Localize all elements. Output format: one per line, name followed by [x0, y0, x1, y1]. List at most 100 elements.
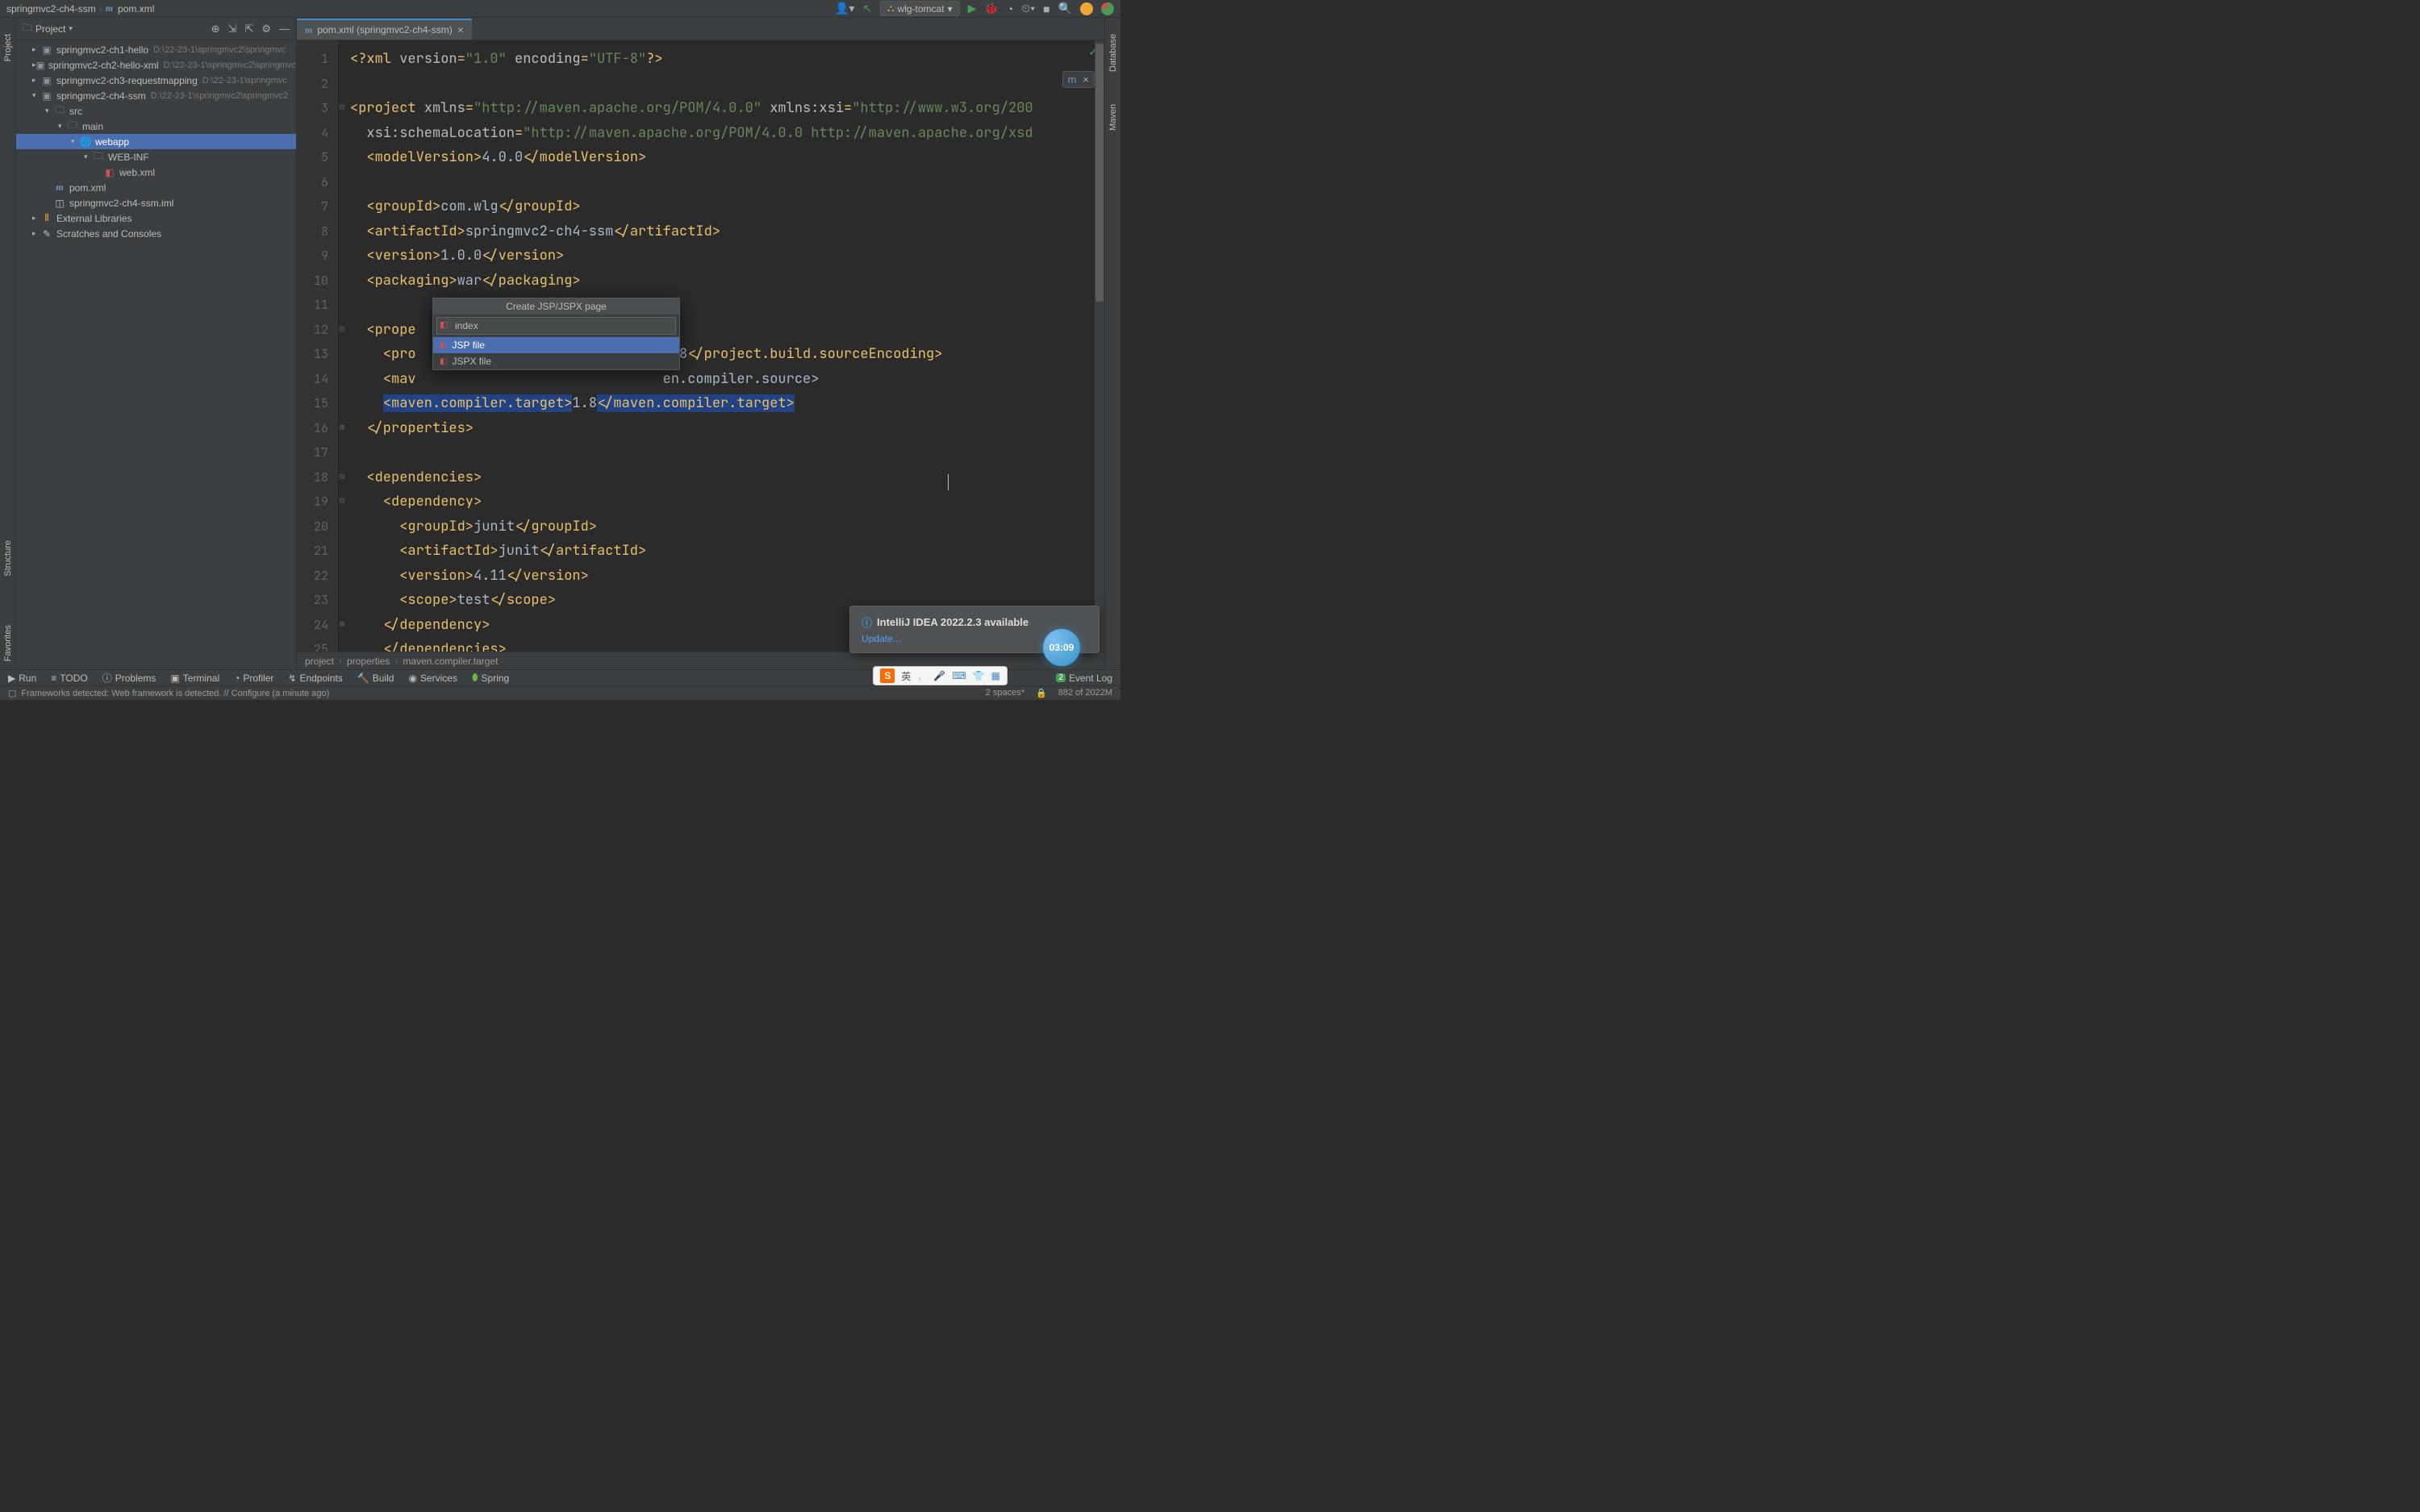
tree-arrow-icon[interactable] [32, 45, 40, 54]
tree-item-web-inf[interactable]: 🗀WEB-INF [16, 149, 296, 165]
back-icon[interactable]: ↖ [862, 2, 872, 15]
tree-arrow-icon[interactable] [58, 122, 66, 131]
tree-item-springmvc2-ch2-hello-xml[interactable]: ▣springmvc2-ch2-hello-xmlD:\22-23-1\spri… [16, 57, 296, 73]
gear-icon[interactable]: ⚙ [261, 23, 271, 35]
tool-terminal[interactable]: ▣Terminal [170, 673, 219, 684]
ime-tools-icon[interactable]: ▦ [991, 670, 1000, 681]
clock-badge[interactable]: 03:09 [1043, 629, 1080, 666]
tool-favorites[interactable]: Favorites [3, 625, 13, 661]
module-icon: ▣ [36, 60, 45, 71]
reader-mode-badge[interactable]: m × [1062, 71, 1095, 88]
template-option-jspx-file[interactable]: ◧JSPX file [433, 353, 679, 369]
tool-build[interactable]: 🔨Build [357, 673, 394, 684]
tree-item-springmvc2-ch4-ssm[interactable]: ▣springmvc2-ch4-ssmD:\22-23-1\springmvc2… [16, 88, 296, 103]
tree-arrow-icon[interactable] [32, 214, 40, 223]
tool-todo[interactable]: ≡TODO [51, 673, 87, 684]
status-tool-window-icon[interactable]: ▢ [8, 688, 16, 698]
tool-event-log[interactable]: 2Event Log [1056, 673, 1112, 684]
tree-item-web-xml[interactable]: ◧web.xml [16, 165, 296, 180]
avatar[interactable] [1080, 2, 1093, 15]
tree-arrow-icon[interactable] [45, 106, 53, 115]
tool-spring[interactable]: ⬮Spring [472, 672, 509, 684]
ime-mic-icon[interactable]: 🎤 [933, 670, 945, 681]
ime-keyboard-icon[interactable]: ⌨ [952, 670, 966, 681]
tool-project[interactable]: Project [3, 34, 13, 61]
sogou-icon[interactable]: S [880, 669, 895, 683]
editor-scrollbar[interactable] [1095, 40, 1104, 652]
ime-skin-icon[interactable]: 👕 [973, 670, 985, 681]
status-indent[interactable]: 2 spaces* [986, 688, 1024, 698]
tool-profiler[interactable]: ◔Profiler [234, 673, 273, 684]
scrollbar-thumb[interactable] [1095, 44, 1104, 302]
tree-item-src[interactable]: 🗀src [16, 103, 296, 119]
tree-arrow-icon[interactable] [84, 152, 92, 161]
run-icon[interactable]: ▶ [968, 2, 977, 15]
tree-item-main[interactable]: 🗀main [16, 119, 296, 134]
module-icon: ▣ [40, 75, 53, 86]
ime-toolbar[interactable]: S 英 ， 🎤 ⌨ 👕 ▦ [873, 666, 1008, 685]
debug-icon[interactable]: 🐞 [984, 2, 998, 15]
run-configuration-selector[interactable]: ⛬ wlg-tomcat ▾ [880, 1, 959, 16]
tree-item-hint: D:\22-23-1\springmvc2\springmvc2 [151, 91, 289, 101]
fold-gutter[interactable]: ⊟⊟⊞⊟⊟⊞ [337, 40, 347, 652]
tree-arrow-icon[interactable] [32, 76, 40, 85]
tree-item-springmvc2-ch1-hello[interactable]: ▣springmvc2-ch1-helloD:\22-23-1\springmv… [16, 42, 296, 57]
template-list[interactable]: ◧JSP file◧JSPX file [433, 337, 679, 369]
tree-item-springmvc2-ch4-ssm-iml[interactable]: ◫springmvc2-ch4-ssm.iml [16, 195, 296, 210]
code-editor[interactable]: 1234567891011121314151617181920212223242… [297, 40, 1104, 652]
search-icon[interactable]: 🔍 [1058, 2, 1072, 15]
tool-structure[interactable]: Structure [3, 540, 13, 577]
left-tool-stripe: Project Structure Favorites [0, 18, 16, 669]
user-icon[interactable]: 👤▾ [835, 2, 854, 15]
ime-lang[interactable]: 英 [901, 669, 911, 683]
project-panel-header: 🗀 Project ▾ ⊕ ⇲ ⇱ ⚙ — [16, 18, 296, 40]
text-cursor [948, 474, 949, 490]
breadcrumb[interactable]: springmvc2-ch4-ssm › m pom.xml [6, 2, 154, 15]
iml-icon: ◫ [53, 198, 66, 209]
tool-services[interactable]: ◉Services [408, 673, 457, 684]
stop-icon[interactable]: ■ [1043, 2, 1049, 15]
tool-run[interactable]: ▶Run [8, 673, 36, 684]
hide-icon[interactable]: — [279, 23, 290, 35]
close-icon[interactable]: × [1083, 73, 1089, 85]
tree-item-external-libraries[interactable]: ⫴External Libraries [16, 210, 296, 226]
expand-all-icon[interactable]: ⇲ [228, 23, 237, 35]
select-opened-file-icon[interactable]: ⊕ [211, 23, 220, 35]
lock-icon[interactable]: 🔒 [1036, 688, 1047, 698]
filename-input[interactable] [436, 317, 676, 335]
project-panel-title[interactable]: 🗀 Project ▾ [23, 20, 73, 37]
tree-item-label: webapp [95, 136, 129, 148]
module-icon: ▣ [40, 90, 53, 102]
right-tool-stripe: Database Maven [1104, 18, 1120, 669]
tool-problems[interactable]: ⓘProblems [102, 671, 156, 685]
tool-endpoints[interactable]: ↯Endpoints [288, 673, 342, 684]
tree-item-scratches-and-consoles[interactable]: ✎Scratches and Consoles [16, 226, 296, 241]
project-tree[interactable]: ▣springmvc2-ch1-helloD:\22-23-1\springmv… [16, 40, 296, 669]
tree-item-label: web.xml [119, 167, 155, 178]
status-message[interactable]: Frameworks detected: Web framework is de… [21, 689, 329, 698]
tree-item-label: Scratches and Consoles [56, 228, 161, 240]
folder-icon: 🗀 [66, 118, 79, 135]
template-option-jsp-file[interactable]: ◧JSP file [433, 337, 679, 353]
breadcrumb-project[interactable]: springmvc2-ch4-ssm [6, 3, 96, 15]
tree-arrow-icon[interactable] [71, 137, 79, 146]
tool-database[interactable]: Database [1108, 34, 1118, 72]
status-pie-icon[interactable] [1101, 2, 1114, 15]
tree-item-springmvc2-ch3-requestmapping[interactable]: ▣springmvc2-ch3-requestmappingD:\22-23-1… [16, 73, 296, 88]
tree-arrow-icon[interactable] [32, 91, 40, 100]
tree-item-pom-xml[interactable]: mpom.xml [16, 180, 296, 195]
ime-comma-icon[interactable]: ， [917, 669, 927, 683]
tree-arrow-icon[interactable] [32, 229, 40, 238]
close-icon[interactable]: × [457, 23, 464, 36]
status-memory[interactable]: 882 of 2022M [1058, 688, 1112, 698]
editor-tab-pom[interactable]: m pom.xml (springmvc2-ch4-ssm) × [297, 19, 472, 40]
tree-item-label: springmvc2-ch4-ssm.iml [69, 198, 173, 209]
breadcrumb-file[interactable]: pom.xml [118, 3, 154, 15]
collapse-all-icon[interactable]: ⇱ [244, 23, 253, 35]
line-number-gutter[interactable]: 1234567891011121314151617181920212223242… [297, 40, 337, 652]
profiler-icon[interactable]: ⏲▾ [1021, 2, 1035, 15]
tree-item-webapp[interactable]: 🌐webapp [16, 134, 296, 149]
tool-maven[interactable]: Maven [1108, 104, 1118, 131]
coverage-icon[interactable]: ◔ [1007, 2, 1013, 15]
navigation-bar: springmvc2-ch4-ssm › m pom.xml 👤▾ ↖ ⛬ wl… [0, 0, 1120, 18]
